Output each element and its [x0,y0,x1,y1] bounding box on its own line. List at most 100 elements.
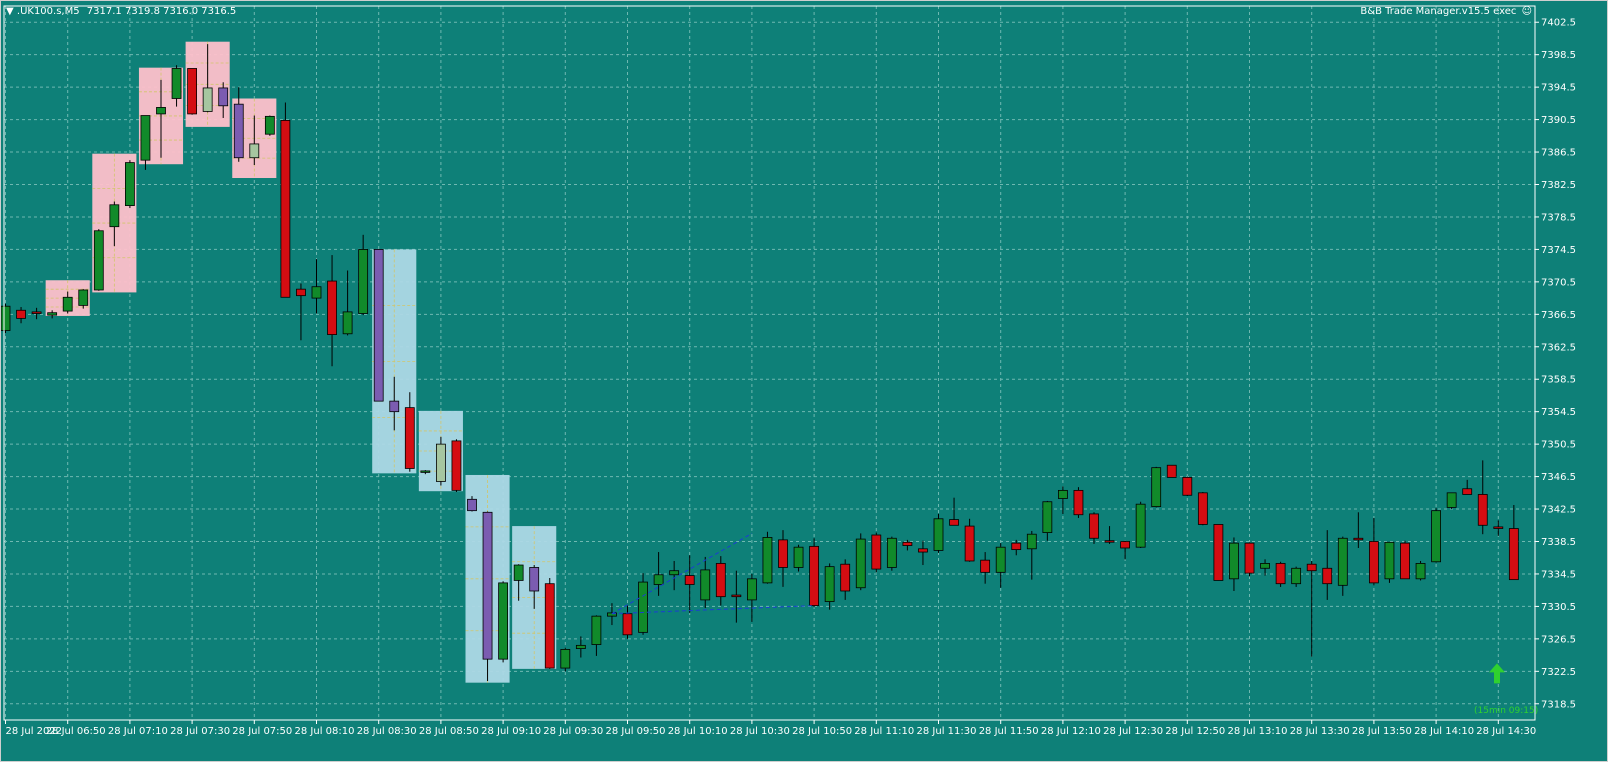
candle-body[interactable] [638,581,648,633]
candle-body[interactable] [327,280,337,336]
candle-body[interactable] [840,563,851,592]
candle-body[interactable] [949,519,959,526]
candle-body[interactable] [1042,501,1053,533]
candle-body[interactable] [109,204,120,228]
candle-body[interactable] [513,564,524,581]
candle-body[interactable] [715,563,726,598]
candle-body[interactable] [1089,513,1099,539]
candle-body[interactable] [1369,541,1379,584]
candles[interactable] [0,44,1519,682]
candle-body[interactable] [591,615,602,645]
candle-body[interactable] [93,230,104,291]
candle-body[interactable] [1415,563,1426,580]
candle-body[interactable] [1011,542,1022,551]
candle-body[interactable] [1104,540,1115,543]
candle-body[interactable] [31,311,42,314]
candle-body[interactable] [560,649,571,669]
candle-body[interactable] [1058,489,1068,499]
candle-body[interactable] [529,567,540,592]
candle-body[interactable] [669,570,680,576]
candle-body[interactable] [1275,563,1286,585]
candle-body[interactable] [933,518,944,551]
candle-body[interactable] [980,559,991,573]
candle-body[interactable] [0,305,11,331]
candle-body[interactable] [824,566,835,602]
candle-body[interactable] [1384,541,1395,580]
chart-canvas[interactable]: 7402.5 7398.5 7394.5 7390.5 7386.5 7382.5 7378… [0,0,1608,762]
candle-body[interactable] [202,87,213,112]
candle-body[interactable] [1026,533,1037,550]
candle-body[interactable] [125,162,135,206]
candle-body[interactable] [1182,477,1193,496]
candle-body[interactable] [233,103,244,159]
candle-body[interactable] [1431,510,1441,563]
candle-body[interactable] [902,541,913,546]
candle-body[interactable] [498,582,509,660]
candle-body[interactable] [762,537,773,584]
candle-body[interactable] [187,68,198,115]
candle-body[interactable] [140,115,151,161]
candle-body[interactable] [1213,524,1224,581]
symbol-header[interactable]: ▼ .UK100.s,M5 7317.1 7319.8 7316.0 7316.… [6,6,236,17]
candle-body[interactable] [1493,526,1504,529]
candle-body[interactable] [311,286,322,299]
candle-body[interactable] [793,546,804,568]
candle-body[interactable] [1073,489,1084,516]
candle-body[interactable] [435,443,446,482]
candle-body[interactable] [544,583,555,669]
candle-body[interactable] [809,545,819,606]
candle-body[interactable] [156,107,166,115]
candle-body[interactable] [1508,528,1519,581]
candle-body[interactable] [342,311,353,335]
candle-body[interactable] [1151,467,1162,508]
candle-body[interactable] [653,574,664,585]
candle-body[interactable] [778,539,788,568]
candle-body[interactable] [1260,563,1270,569]
candle-body[interactable] [389,400,400,413]
candle-body[interactable] [1462,488,1473,495]
candle-body[interactable] [731,594,742,598]
candle-body[interactable] [1306,563,1317,572]
candle-body[interactable] [1197,492,1208,525]
candle-body[interactable] [1322,567,1333,585]
candle-body[interactable] [47,312,58,316]
price-chart[interactable]: 7402.5 7398.5 7394.5 7390.5 7386.5 7382.5 7378… [0,0,1608,762]
candle-body[interactable] [871,534,882,570]
candle-body[interactable] [358,249,369,314]
candle-body[interactable] [467,498,477,512]
candle-body[interactable] [296,288,306,297]
candle-body[interactable] [1353,537,1364,541]
candle-body[interactable] [964,525,975,562]
candle-body[interactable] [918,548,928,553]
candle-body[interactable] [1120,541,1130,549]
candle-body[interactable] [171,68,182,99]
candle-body[interactable] [249,143,260,159]
candle-body[interactable] [264,115,275,135]
triangle-down-icon[interactable]: ▼ [6,6,14,17]
candle-body[interactable] [1166,464,1177,478]
candle-body[interactable] [855,538,866,589]
candle-body[interactable] [1229,542,1239,580]
candle-body[interactable] [1477,494,1488,526]
candle-body[interactable] [280,120,291,298]
candle-body[interactable] [451,440,462,491]
candle-body[interactable] [575,644,586,650]
candle-body[interactable] [1400,542,1410,580]
candle-body[interactable] [1337,537,1348,586]
candle-body[interactable] [1446,492,1457,508]
candle-body[interactable] [78,289,89,306]
candle-body[interactable] [16,309,26,319]
candle-body[interactable] [404,407,415,469]
candle-body[interactable] [1291,567,1302,585]
candle-body[interactable] [482,511,493,660]
candle-body[interactable] [218,87,229,107]
candle-body[interactable] [62,296,73,312]
candle-body[interactable] [1244,542,1255,574]
candle-body[interactable] [622,613,633,636]
candle-body[interactable] [420,470,431,473]
candle-body[interactable] [373,249,384,402]
candle-body[interactable] [995,546,1006,573]
candle-body[interactable] [886,537,897,568]
candle-body[interactable] [1135,503,1146,548]
candle-body[interactable] [700,569,711,601]
